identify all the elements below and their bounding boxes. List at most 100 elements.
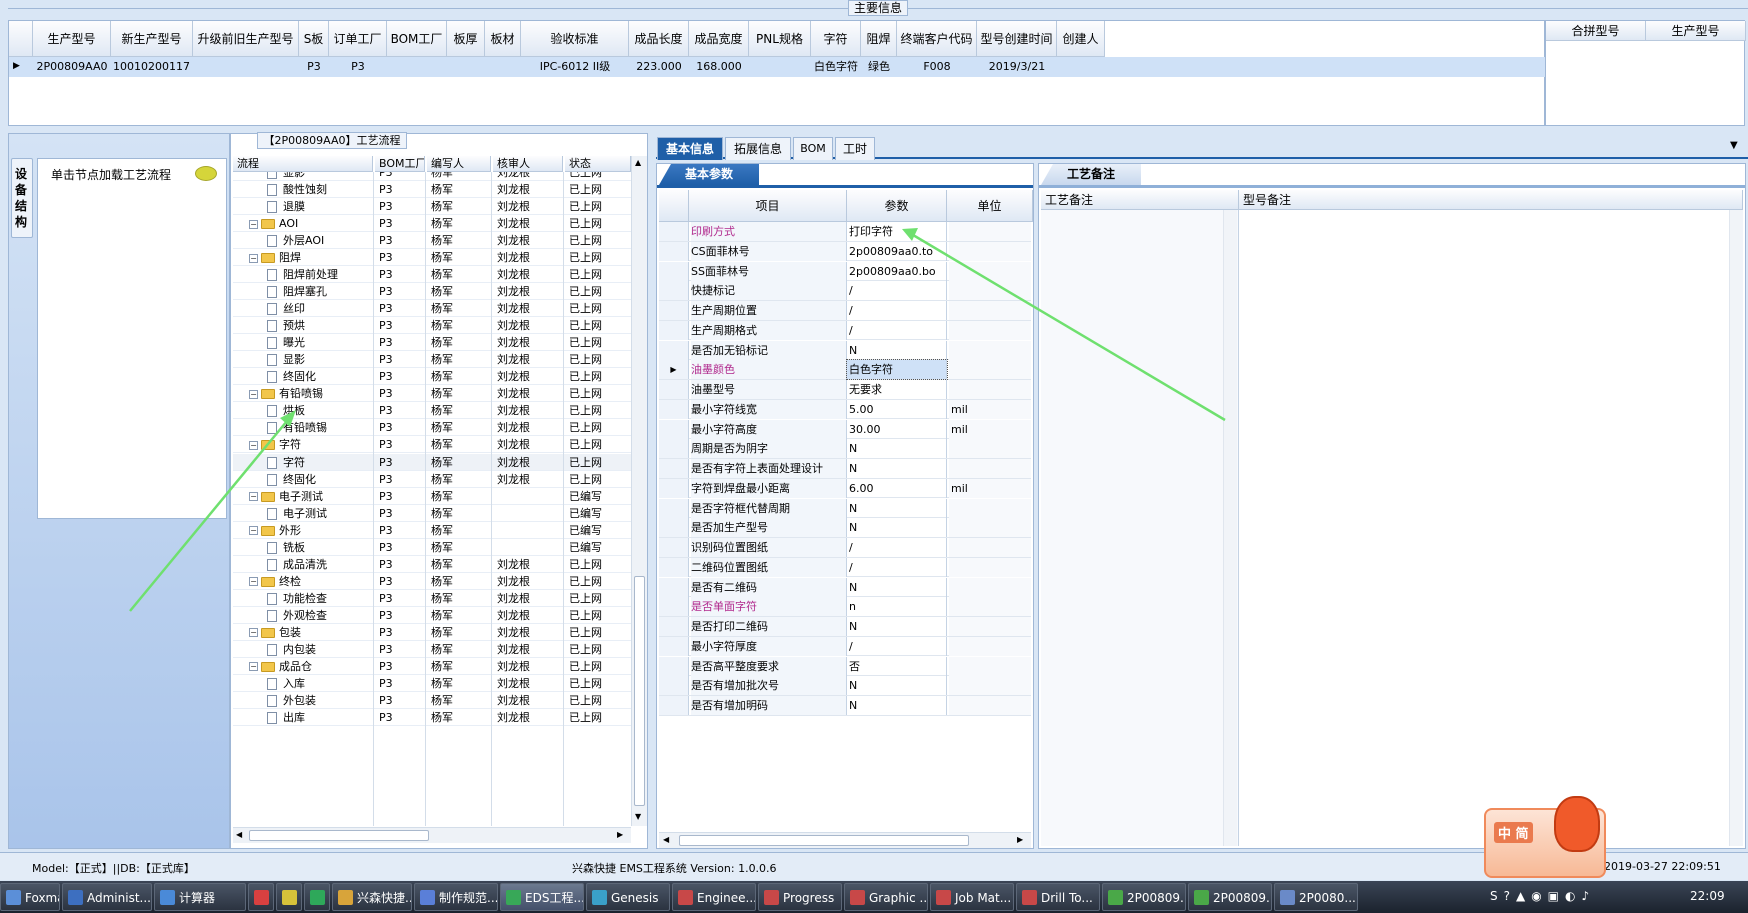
param-value[interactable]: N [847,439,947,459]
main-col-header[interactable]: 板材 [485,21,521,57]
process-node[interactable]: 入库 [267,675,373,692]
process-hscrollbar[interactable]: ◀ ▶ [233,827,631,843]
process-row[interactable]: 外层AOI P3 杨军 刘龙根 已上网 [233,232,631,250]
param-value[interactable]: N [847,617,947,636]
param-row[interactable]: 是否有字符上表面处理设计 N [659,459,1031,479]
taskbar-button[interactable]: 2P00809... [1188,883,1272,911]
process-row[interactable]: 终固化 P3 杨军 刘龙根 已上网 [233,471,631,488]
taskbar-button[interactable] [276,883,302,911]
main-table[interactable]: 生产型号 新生产型号 升级前旧生产型号 S板 订单工厂 BOM工厂 板厚 板材 验收标准 成品长度… [8,20,1546,126]
param-row[interactable]: 最小字符高度 30.00 mil [659,419,1031,440]
taskbar-button[interactable]: Drill To... [1016,883,1100,911]
process-row[interactable]: − 阻焊 P3 杨军 刘龙根 已上网 [233,249,631,267]
merge-col-header-1[interactable]: 生产型号 [1646,21,1746,41]
process-node[interactable]: 外观检查 [267,607,373,624]
collapse-icon[interactable]: − [249,577,258,587]
param-row[interactable]: 油墨型号 无要求 [659,380,1031,400]
collapse-icon[interactable]: − [249,662,258,672]
param-value[interactable]: N [847,518,947,538]
param-row[interactable]: 是否单面字符 n [659,597,1031,617]
main-col-header[interactable]: S板 [299,21,329,57]
process-row[interactable]: 外观检查 P3 杨军 刘龙根 已上网 [233,607,631,624]
remark-process-scrollbar[interactable] [1223,210,1237,846]
process-node[interactable]: 曝光 [267,334,373,351]
param-col-item[interactable]: 项目 [689,190,847,222]
param-value[interactable]: 打印字符 [847,222,947,241]
collapse-icon[interactable]: − [249,492,258,502]
process-node[interactable]: 显影 [267,351,373,368]
ime-widget[interactable]: 中 简 [1484,796,1606,878]
param-value[interactable]: 2p00809aa0.bo [847,261,947,281]
scroll-down-icon[interactable]: ▼ [635,812,641,821]
process-node[interactable]: 终固化 [267,368,373,385]
process-node[interactable]: − 终检 [249,573,373,590]
taskbar-button[interactable]: 兴森快捷... [332,883,412,911]
param-row[interactable]: 是否有二维码 N [659,577,1031,598]
main-col-header[interactable]: 验收标准 [521,21,629,57]
taskbar-button[interactable]: Graphic ... [844,883,928,911]
main-col-header[interactable]: 新生产型号 [111,21,193,57]
remark-process-text[interactable] [1041,210,1239,846]
main-col-header[interactable]: 字符 [811,21,861,57]
param-row[interactable]: 生产周期格式 / [659,320,1031,341]
param-value[interactable]: N [847,498,947,518]
process-node[interactable]: 阻焊前处理 [267,266,373,283]
param-value[interactable]: / [847,557,947,577]
param-row[interactable]: 是否打印二维码 N [659,617,1031,637]
param-row[interactable]: 是否加生产型号 N [659,518,1031,538]
process-node[interactable]: 电子测试 [267,505,373,522]
param-value[interactable]: 无要求 [847,380,947,399]
tab-extended-info[interactable]: 拓展信息 [725,137,791,160]
process-node[interactable]: 铣板 [267,539,373,556]
process-row[interactable]: 出库 P3 杨军 刘龙根 已上网 [233,709,631,726]
process-node[interactable]: − 包装 [249,624,373,641]
param-row[interactable]: 最小字符厚度 / [659,636,1031,657]
taskbar-button[interactable]: Progress [758,883,842,911]
tab-hours[interactable]: 工时 [835,137,875,160]
main-col-header[interactable]: 型号创建时间 [977,21,1057,57]
param-hscrollbar[interactable]: ◀ ▶ [659,832,1031,848]
process-row[interactable]: 显影 P3 杨军 刘龙根 已上网 [233,172,631,181]
process-node[interactable]: 外包装 [267,692,373,709]
process-row[interactable]: 电子测试 P3 杨军 已编写 [233,505,631,522]
process-node[interactable]: 字符 [267,454,373,471]
process-node[interactable]: − 电子测试 [249,488,373,505]
tray-icons[interactable]: S?▲◉▣◐♪ [1490,889,1670,905]
param-row[interactable]: 印刷方式 打印字符 [659,222,1031,242]
param-row[interactable]: 是否有增加批次号 N [659,676,1031,696]
taskbar-button[interactable]: 2P00809... [1102,883,1186,911]
param-row[interactable]: SS面菲林号 2p00809aa0.bo [659,261,1031,282]
param-col-unit[interactable]: 单位 [947,190,1033,222]
tab-basic-info[interactable]: 基本信息 [657,137,723,160]
param-value[interactable]: / [847,538,947,557]
process-row[interactable]: 字符 P3 杨军 刘龙根 已上网 [233,453,631,471]
process-row[interactable]: 铣板 P3 杨军 已编写 [233,539,631,556]
process-row[interactable]: − 包装 P3 杨军 刘龙根 已上网 [233,624,631,641]
process-row[interactable]: 功能检查 P3 杨军 刘龙根 已上网 [233,590,631,607]
param-value[interactable]: / [847,301,947,320]
process-node[interactable]: 丝印 [267,300,373,317]
process-node[interactable]: − 有铅喷锡 [249,385,373,402]
process-node[interactable]: − AOI [249,215,373,232]
process-node[interactable]: 阻焊塞孔 [267,283,373,300]
taskbar-button[interactable]: Administ... [62,883,152,911]
collapse-icon[interactable]: − [249,526,258,536]
param-value[interactable]: n [847,597,947,617]
taskbar-button[interactable] [304,883,330,911]
remark-col-model[interactable]: 型号备注 [1239,190,1743,210]
process-node[interactable]: 外层AOI [267,232,373,249]
param-value[interactable]: N [847,340,947,360]
param-value[interactable]: N [847,577,947,597]
remark-col-process[interactable]: 工艺备注 [1041,190,1239,210]
param-h-scroll-thumb[interactable] [679,835,969,846]
taskbar-button[interactable]: Genesis [586,883,670,911]
process-row[interactable]: − 终检 P3 杨军 刘龙根 已上网 [233,573,631,590]
process-row[interactable]: − 有铅喷锡 P3 杨军 刘龙根 已上网 [233,385,631,403]
param-row[interactable]: 周期是否为阴字 N [659,439,1031,459]
param-tab[interactable]: 基本参数 [659,164,759,185]
taskbar-button[interactable]: 制作规范... [414,883,498,911]
main-col-header[interactable]: 生产型号 [33,21,111,57]
collapse-icon[interactable]: − [249,628,258,638]
taskbar-button[interactable]: Foxmail [0,883,60,911]
process-row[interactable]: − AOI P3 杨军 刘龙根 已上网 [233,215,631,233]
